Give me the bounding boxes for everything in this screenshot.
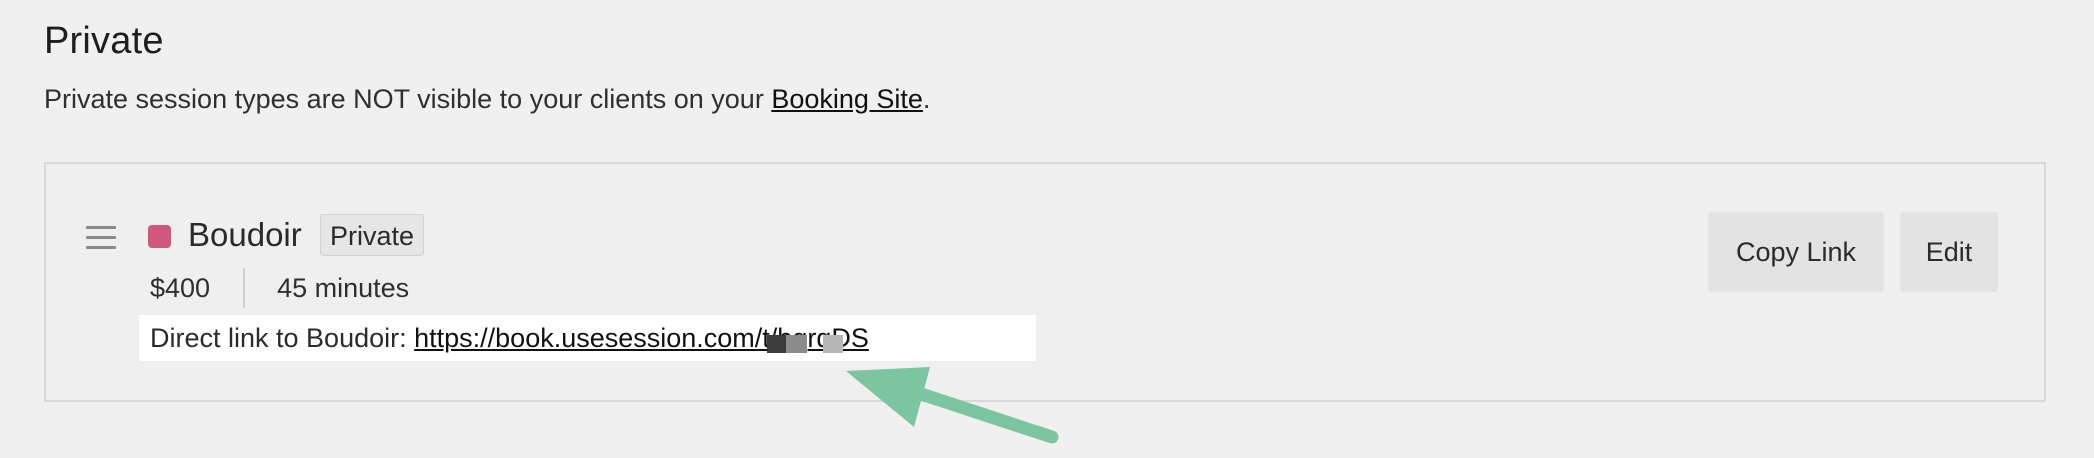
private-badge: Private [320,214,425,256]
session-color-swatch [148,225,171,248]
redaction-block [767,335,786,353]
drag-handle-icon[interactable] [86,226,116,250]
session-duration: 45 minutes [277,272,410,303]
direct-link-label: Direct link to Boudoir: [150,323,407,353]
session-name: Boudoir [188,216,302,253]
description-text: Private session types are NOT visible to… [44,84,772,114]
section-title: Private [44,20,164,62]
session-type-card: Boudoir Private $400 45 minutes Direct l… [44,162,2046,402]
copy-link-button[interactable]: Copy Link [1708,212,1884,292]
session-meta: $400 45 minutes [150,268,409,308]
edit-button[interactable]: Edit [1900,212,1998,292]
redaction-block [786,335,807,353]
session-price: $400 [150,272,211,303]
direct-link-box: Direct link to Boudoir: https://book.use… [139,315,1036,361]
booking-site-link[interactable]: Booking Site [771,84,923,114]
section-description: Private session types are NOT visible to… [44,84,930,115]
meta-divider [243,268,246,308]
redaction-block [823,335,843,353]
description-period: . [922,84,931,114]
